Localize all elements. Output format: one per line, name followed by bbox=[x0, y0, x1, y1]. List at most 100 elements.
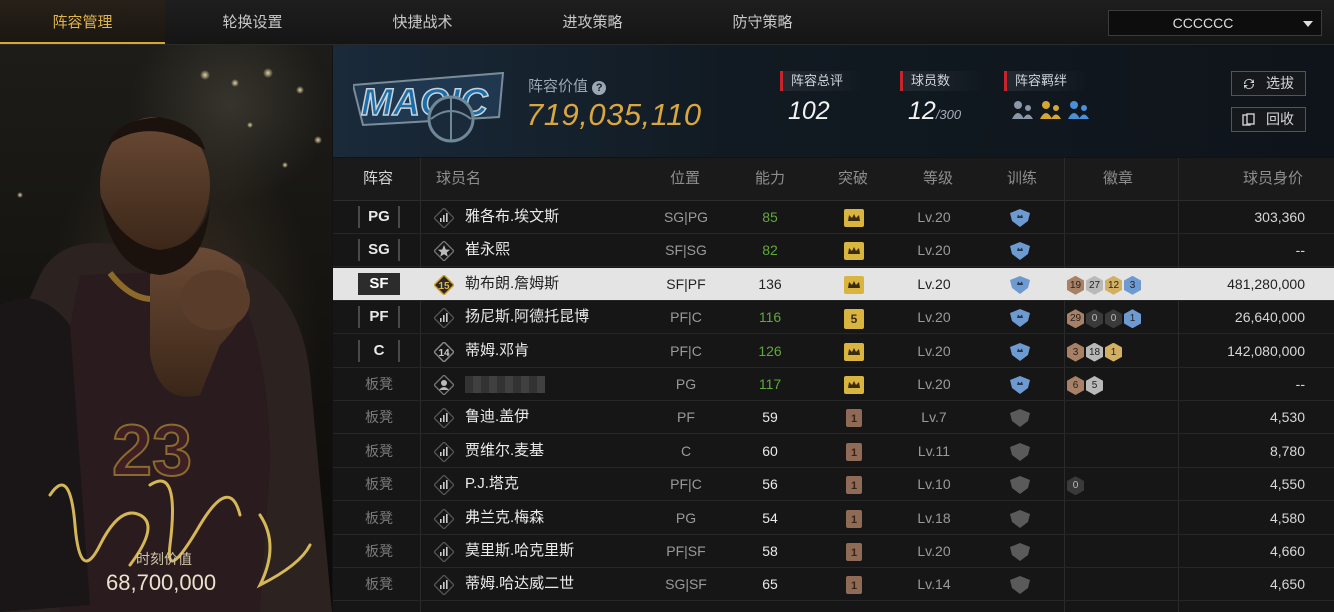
rating-bars-icon bbox=[434, 475, 454, 496]
badge-list[interactable]: 65 bbox=[1067, 375, 1105, 395]
training-shield-icon[interactable] bbox=[1008, 543, 1032, 561]
player-name[interactable]: 蒂姆.邓肯 bbox=[465, 335, 529, 367]
lineup-value-label: 阵容价值 ? bbox=[528, 75, 607, 96]
table-row[interactable]: 板凳 P.J.塔克 PF|C 56 1 Lv.10 0 4,550 bbox=[333, 468, 1334, 502]
pick-button[interactable]: 选拔 bbox=[1231, 71, 1306, 96]
table-row[interactable]: SG 崔永熙 SF|SG 82 Lv.20 -- bbox=[333, 234, 1334, 268]
help-icon[interactable]: ? bbox=[592, 81, 607, 95]
player-level: Lv.7 bbox=[921, 409, 947, 426]
rating-bars-icon bbox=[434, 441, 454, 462]
player-ability: 65 bbox=[762, 576, 778, 593]
lineup-slot-tag[interactable]: SG bbox=[358, 239, 400, 262]
player-level: Lv.20 bbox=[917, 543, 951, 559]
player-position: PF|C bbox=[670, 476, 702, 493]
lineup-slot-tag[interactable]: PG bbox=[358, 206, 400, 228]
table-row[interactable]: 板凳 贾维尔.麦基 C 60 1 Lv.11 8,780 bbox=[333, 435, 1334, 468]
player-level: Lv.14 bbox=[917, 576, 951, 593]
stat-player-count: 球员数 12/300 bbox=[900, 71, 983, 126]
star-player-icon bbox=[434, 241, 454, 262]
col-lineup[interactable]: 阵容 bbox=[363, 158, 393, 200]
tab-offense[interactable]: 进攻策略 bbox=[510, 0, 675, 44]
player-level: Lv.18 bbox=[917, 509, 951, 526]
player-position: PF|C bbox=[670, 309, 702, 326]
player-level: Lv.20 bbox=[917, 275, 951, 292]
table-row[interactable]: SF 15 勒布朗.詹姆斯 SF|PF 136 Lv.20 19 27 12 3 481,280,0… bbox=[333, 267, 1334, 301]
training-shield-icon[interactable] bbox=[1008, 209, 1032, 227]
player-name[interactable]: 鲁迪.盖伊 bbox=[465, 401, 529, 433]
col-value[interactable]: 球员身价 bbox=[1243, 158, 1303, 200]
recycle-cards-icon bbox=[1242, 113, 1255, 126]
lineup-slot-tag[interactable]: PF bbox=[358, 306, 400, 329]
rating-bars-icon bbox=[434, 308, 454, 329]
badge-count: 0 bbox=[1105, 309, 1122, 329]
col-name[interactable]: 球员名 bbox=[436, 158, 481, 200]
col-breakthrough[interactable]: 突破 bbox=[838, 158, 868, 200]
training-shield-icon[interactable] bbox=[1008, 342, 1032, 361]
team-select[interactable]: CCCCCC bbox=[1108, 10, 1322, 36]
player-name[interactable]: 雅各布.埃文斯 bbox=[465, 201, 559, 233]
badge-list[interactable]: 0 bbox=[1067, 475, 1086, 496]
lineup-slot-tag[interactable]: C bbox=[358, 339, 400, 362]
col-training[interactable]: 训练 bbox=[1007, 158, 1037, 200]
player-position: PG bbox=[675, 376, 697, 392]
player-name[interactable]: 弗兰克.梅森 bbox=[465, 502, 544, 534]
player-position: PF|C bbox=[670, 342, 702, 359]
table-row[interactable]: 板凳 弗兰克.梅森 PG 54 1 Lv.18 4,580 bbox=[333, 502, 1334, 535]
player-value: 4,550 bbox=[1269, 476, 1305, 493]
refresh-icon bbox=[1244, 79, 1254, 89]
player-value: 142,080,000 bbox=[1227, 342, 1305, 359]
training-shield-icon[interactable] bbox=[1008, 442, 1032, 461]
table-row[interactable]: 板凳 莫里斯.哈克里斯 PF|SF 58 1 Lv.20 4,660 bbox=[333, 535, 1334, 568]
player-name[interactable]: P.J.塔克 bbox=[465, 468, 519, 500]
player-level: Lv.10 bbox=[917, 476, 951, 493]
player-name[interactable]: 崔永熙 bbox=[465, 234, 510, 266]
badge-count: 0 bbox=[1086, 309, 1103, 329]
table-row[interactable]: 板凳 蒂姆.哈达威二世 SG|SF 65 1 Lv.14 4,650 bbox=[333, 568, 1334, 602]
player-level: Lv.11 bbox=[917, 442, 951, 459]
jersey-number-icon: 14 bbox=[434, 341, 454, 362]
synergy-icons[interactable] bbox=[1012, 99, 1096, 126]
training-shield-icon[interactable] bbox=[1008, 309, 1032, 328]
col-level[interactable]: 等级 bbox=[923, 158, 953, 200]
table-row[interactable]: 板凳 PG 117 Lv.20 6 5 -- bbox=[333, 368, 1334, 401]
tab-defense[interactable]: 防守策略 bbox=[680, 0, 845, 44]
rating-bars-icon bbox=[434, 508, 454, 529]
player-name[interactable]: 勒布朗.詹姆斯 bbox=[465, 268, 559, 300]
featured-player-card[interactable]: 23 时刻价值 68,700,000 bbox=[0, 45, 332, 612]
tab-rotation[interactable]: 轮换设置 bbox=[170, 0, 335, 44]
tab-lineup[interactable]: 阵容管理 bbox=[0, 0, 165, 44]
badge-list[interactable]: 19 27 12 3 bbox=[1067, 275, 1143, 295]
training-shield-icon[interactable] bbox=[1008, 409, 1032, 428]
moment-value: 68,700,000 bbox=[106, 570, 217, 595]
table-row[interactable]: PG 雅各布.埃文斯 SG|PG 85 Lv.20 303,360 bbox=[333, 201, 1334, 234]
player-name[interactable]: 蒂姆.哈达威二世 bbox=[465, 568, 574, 600]
player-name[interactable]: 莫里斯.哈克里斯 bbox=[465, 535, 574, 567]
breakthrough-crown-icon bbox=[844, 275, 864, 294]
table-row[interactable]: 板凳 鲁迪.盖伊 PF 59 1 Lv.7 4,530 bbox=[333, 401, 1334, 435]
roster-table: 阵容 球员名 位置 能力 突破 等级 训练 徽章 球员身价 PG 雅各布.埃文斯 S… bbox=[333, 158, 1334, 612]
badge-list[interactable]: 29 0 0 1 bbox=[1067, 308, 1143, 329]
lineup-slot-tag[interactable]: SF bbox=[358, 272, 400, 295]
col-ability[interactable]: 能力 bbox=[755, 158, 785, 200]
table-row[interactable]: PF 扬尼斯.阿德托昆博 PF|C 116 5 Lv.20 29 0 0 1 26,640,000 bbox=[333, 301, 1334, 335]
rating-bars-icon bbox=[434, 575, 454, 596]
training-shield-icon[interactable] bbox=[1008, 509, 1032, 528]
table-row[interactable]: C 14 蒂姆.邓肯 PF|C 126 Lv.20 3 18 1 142,080,000 bbox=[333, 335, 1334, 368]
player-name[interactable]: 扬尼斯.阿德托昆博 bbox=[465, 301, 589, 333]
recycle-button[interactable]: 回收 bbox=[1231, 107, 1306, 132]
col-badges[interactable]: 徽章 bbox=[1103, 158, 1133, 200]
tab-quick-tactics[interactable]: 快捷战术 bbox=[340, 0, 505, 44]
player-ability: 117 bbox=[758, 376, 782, 392]
player-name[interactable]: 贾维尔.麦基 bbox=[465, 435, 544, 467]
bench-label: 板凳 bbox=[365, 476, 393, 493]
col-position[interactable]: 位置 bbox=[670, 158, 700, 200]
svg-text:1: 1 bbox=[851, 514, 857, 526]
team-logo: MAGIC bbox=[353, 71, 505, 143]
training-shield-icon[interactable] bbox=[1008, 476, 1032, 495]
training-shield-icon[interactable] bbox=[1008, 275, 1032, 294]
badge-count: 1 bbox=[1124, 309, 1141, 329]
training-shield-icon[interactable] bbox=[1008, 242, 1032, 261]
training-shield-icon[interactable] bbox=[1008, 576, 1032, 595]
badge-list[interactable]: 3 18 1 bbox=[1067, 342, 1124, 362]
training-shield-icon[interactable] bbox=[1008, 376, 1032, 394]
